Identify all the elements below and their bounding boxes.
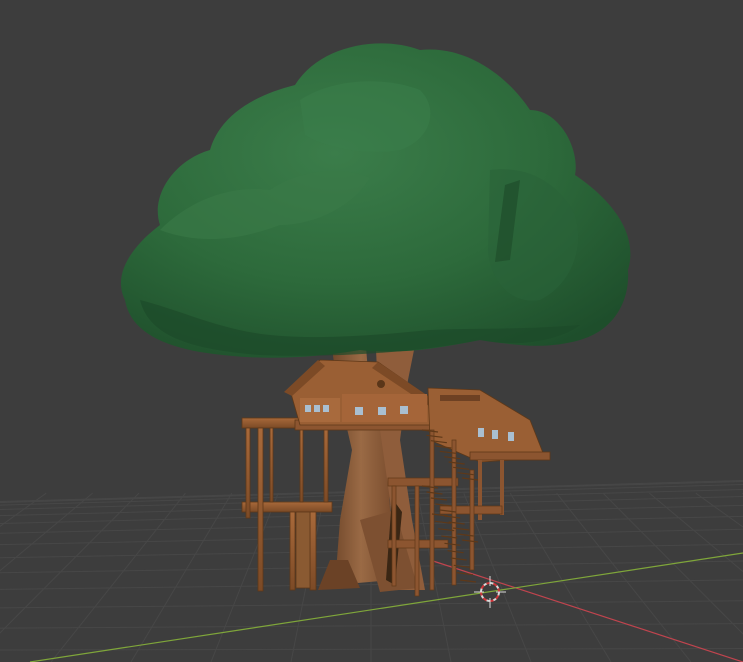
3d-viewport[interactable] xyxy=(0,0,743,662)
house-window xyxy=(314,405,320,412)
main-treehouse[interactable] xyxy=(284,359,446,431)
grid-line xyxy=(50,492,186,662)
grid-line xyxy=(0,492,93,572)
grid-line xyxy=(0,492,47,527)
house-window xyxy=(478,428,484,437)
house-window xyxy=(323,405,329,412)
tree-foliage[interactable] xyxy=(120,43,631,358)
grid-line xyxy=(556,492,692,662)
grid-line xyxy=(509,492,612,662)
house-window xyxy=(378,407,386,415)
grid-line xyxy=(695,492,743,528)
house-window xyxy=(305,405,311,412)
left-platform[interactable] xyxy=(241,417,333,592)
x-axis-line xyxy=(429,559,743,662)
house-window xyxy=(355,407,363,415)
stair-step xyxy=(459,579,477,583)
house-window xyxy=(400,406,408,414)
stair-step xyxy=(448,461,465,465)
house-window xyxy=(508,432,514,441)
house-window xyxy=(492,430,498,439)
